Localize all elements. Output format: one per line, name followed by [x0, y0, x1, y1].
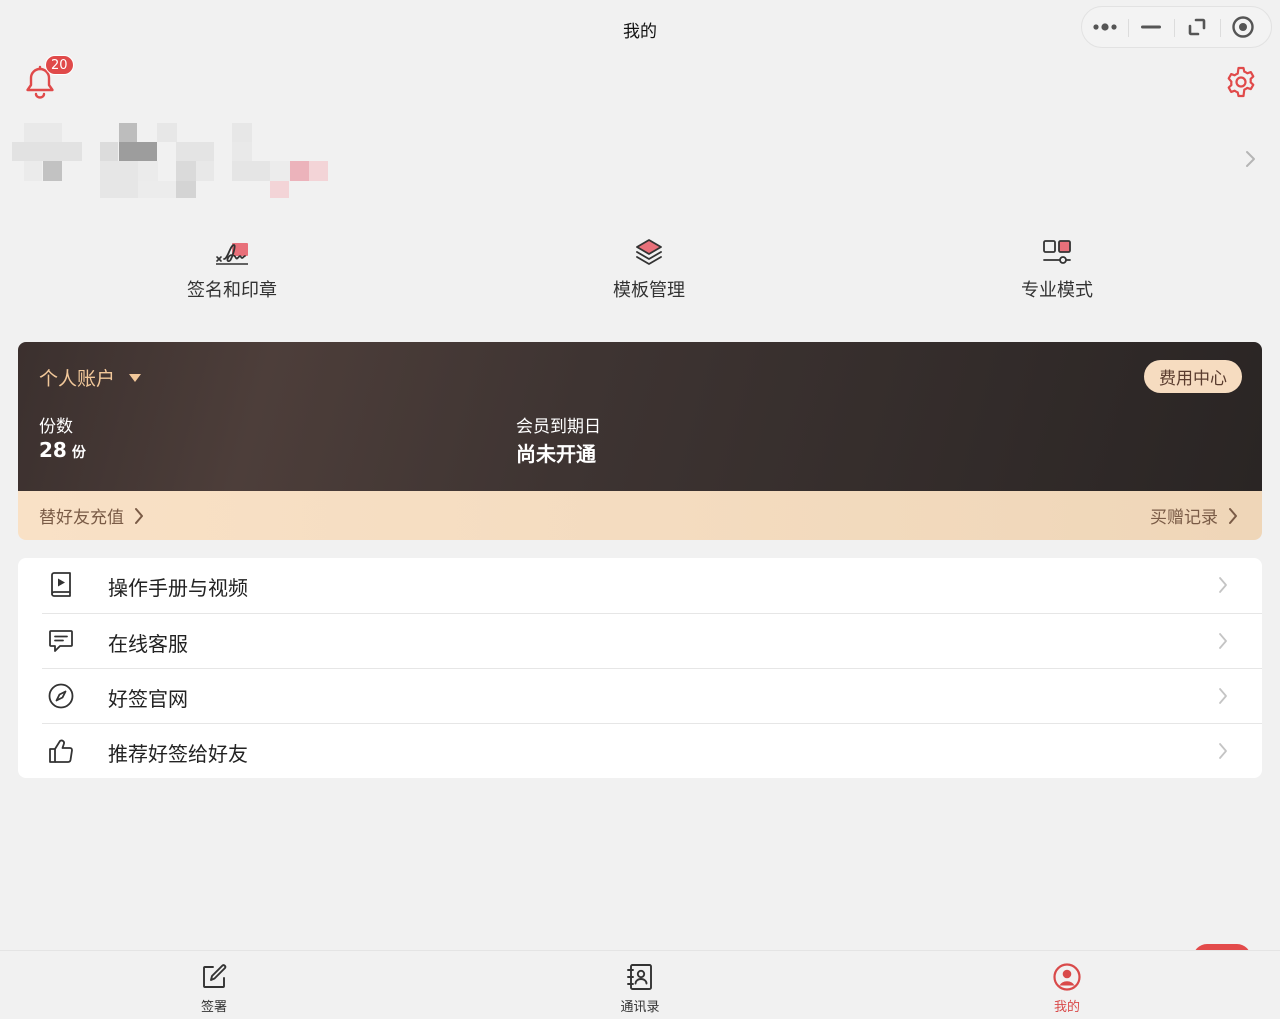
menu-item-label: 推荐好签给好友 — [108, 742, 248, 766]
quick-action-pro-mode[interactable]: 专业模式 — [977, 236, 1137, 302]
quick-action-label: 专业模式 — [1021, 280, 1093, 301]
record-icon — [1232, 16, 1254, 38]
account-card: 个人账户 费用中心 份数 28 份 会员到期日 尚未开通 — [18, 342, 1262, 491]
record-button[interactable] — [1220, 7, 1266, 47]
copies-value: 28 份 — [39, 438, 86, 462]
signature-icon — [216, 243, 248, 265]
quick-action-label: 模板管理 — [613, 280, 685, 301]
chevron-right-icon — [1219, 688, 1227, 704]
menu-item-website[interactable]: 好签官网 — [18, 669, 1262, 724]
user-icon — [1053, 963, 1081, 991]
fee-center-button[interactable]: 费用中心 — [1144, 360, 1242, 393]
chat-icon — [49, 630, 73, 652]
account-type-selector[interactable]: 个人账户 — [39, 364, 142, 391]
copies-label: 份数 — [39, 417, 73, 437]
menu-list: 操作手册与视频 在线客服 好签官网 推荐好签给好友 — [18, 558, 1262, 778]
member-expiry-value: 尚未开通 — [516, 442, 596, 466]
recharge-for-friend-label: 替好友充值 — [39, 508, 124, 528]
tab-label: 我的 — [1053, 1000, 1080, 1015]
account-type-label: 个人账户 — [39, 368, 116, 390]
more-icon — [1093, 23, 1117, 31]
chevron-right-icon — [1219, 577, 1227, 593]
menu-item-recommend[interactable]: 推荐好签给好友 — [18, 724, 1262, 779]
restore-button[interactable] — [1174, 7, 1220, 47]
copies-number: 28 — [39, 438, 67, 462]
chevron-right-icon — [1219, 743, 1227, 759]
quick-action-label: 签名和印章 — [187, 280, 277, 301]
more-button[interactable] — [1082, 7, 1128, 47]
minimize-button[interactable] — [1128, 7, 1174, 47]
chevron-right-icon — [1229, 507, 1237, 524]
minimize-icon — [1141, 25, 1161, 29]
chevron-right-icon — [1219, 633, 1227, 649]
account-promo-bar: 替好友充值 买赠记录 — [18, 491, 1262, 540]
member-expiry-label: 会员到期日 — [516, 417, 601, 437]
menu-item-label: 操作手册与视频 — [108, 576, 248, 600]
tab-label: 通讯录 — [620, 1000, 660, 1015]
dropdown-triangle-icon — [129, 373, 142, 382]
profile-chevron-icon — [1240, 148, 1260, 170]
title-bar: 我的 — [0, 0, 1280, 56]
settings-button[interactable] — [1224, 65, 1258, 99]
notification-badge: 20 — [45, 55, 74, 75]
gear-icon — [1227, 66, 1255, 98]
recharge-for-friend-link[interactable]: 替好友充值 — [39, 503, 144, 528]
purchase-records-label: 买赠记录 — [1150, 508, 1218, 528]
tab-label: 签署 — [200, 1000, 227, 1015]
chevron-right-icon — [135, 507, 143, 524]
pro-mode-icon — [1043, 240, 1071, 264]
quick-action-signature[interactable]: 签名和印章 — [152, 236, 312, 302]
menu-item-label: 好签官网 — [108, 687, 188, 711]
window-capsule — [1081, 6, 1272, 48]
menu-item-support[interactable]: 在线客服 — [18, 614, 1262, 669]
edit-icon — [203, 964, 227, 988]
profile-entry[interactable] — [10, 120, 1270, 202]
quick-action-templates[interactable]: 模板管理 — [569, 236, 729, 302]
manual-video-icon — [51, 572, 71, 597]
copies-unit: 份 — [71, 445, 86, 461]
layers-icon — [636, 239, 662, 265]
thumbs-up-icon — [49, 739, 73, 763]
tab-mine[interactable]: 我的 — [1007, 951, 1127, 1019]
purchase-records-link[interactable]: 买赠记录 — [1150, 503, 1238, 528]
menu-item-label: 在线客服 — [108, 632, 188, 656]
tab-sign[interactable]: 签署 — [154, 951, 274, 1019]
contacts-icon — [627, 964, 652, 990]
tab-contacts[interactable]: 通讯录 — [580, 951, 700, 1019]
tab-bar: 签署 通讯录 我的 — [0, 950, 1280, 1019]
compass-icon — [48, 683, 74, 709]
restore-icon — [1188, 18, 1206, 36]
menu-item-manual[interactable]: 操作手册与视频 — [18, 558, 1262, 613]
